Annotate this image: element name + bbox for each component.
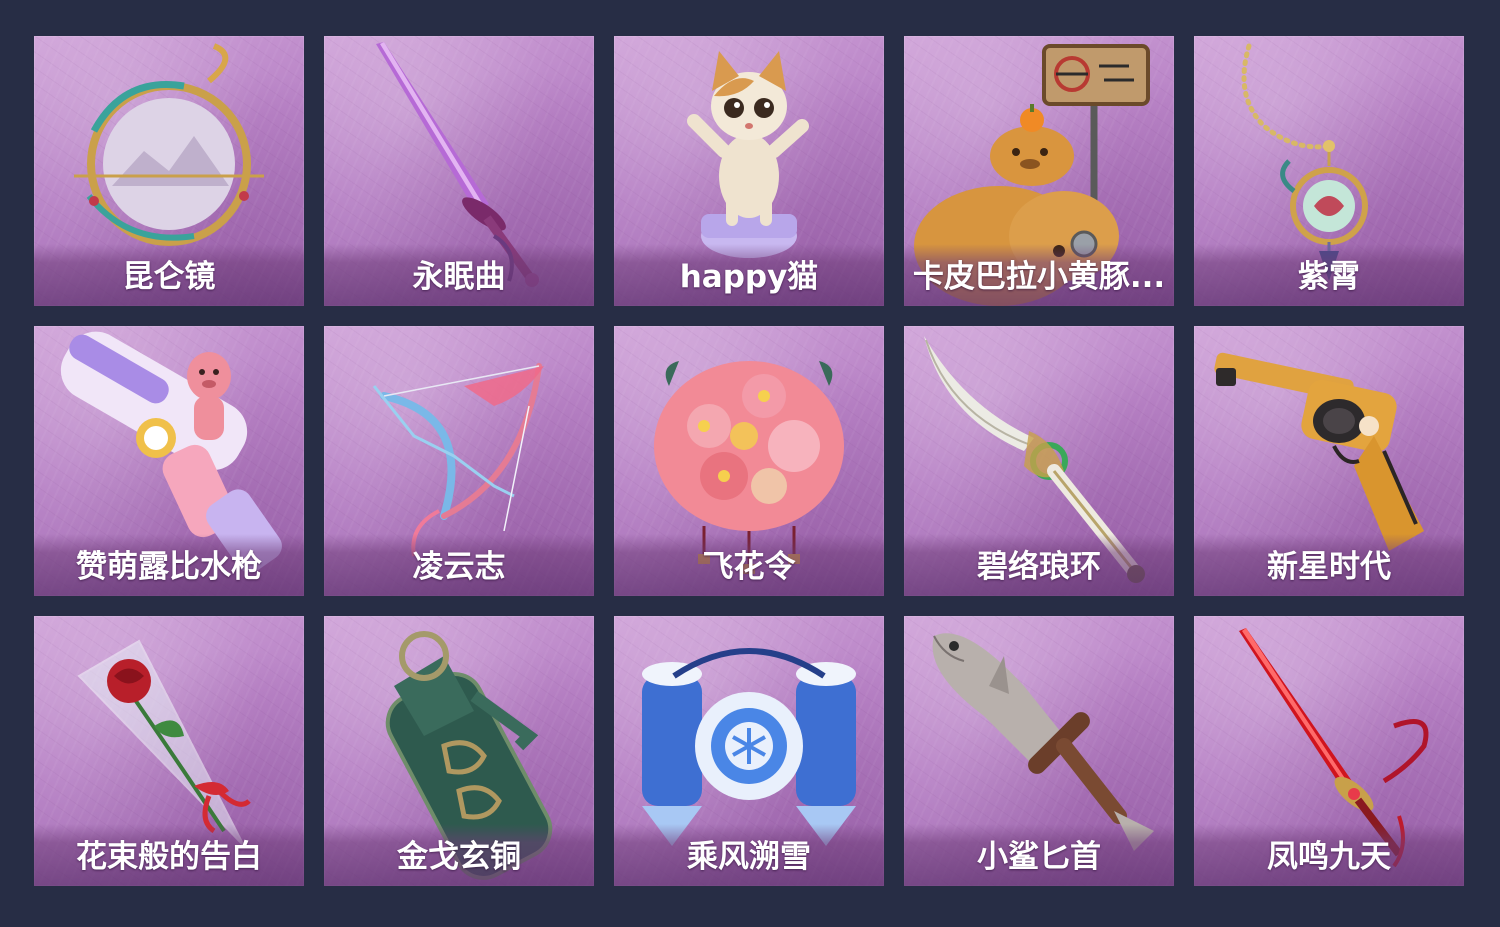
- item-grid: 昆仑镜 永眠曲 happy猫 卡皮巴拉小黄豚... 紫霄 赞萌露比水枪 凌云志 …: [34, 36, 1464, 886]
- item-card[interactable]: happy猫: [614, 36, 884, 306]
- item-name: 花束般的告白: [76, 839, 262, 875]
- item-name: 乘风溯雪: [687, 839, 811, 875]
- item-name: 凌云志: [412, 549, 506, 585]
- item-name: 凤鸣九天: [1267, 839, 1391, 875]
- item-name: 碧络琅环: [977, 549, 1101, 585]
- item-card[interactable]: 新星时代: [1194, 326, 1464, 596]
- item-card[interactable]: 飞花令: [614, 326, 884, 596]
- item-card[interactable]: 凤鸣九天: [1194, 616, 1464, 886]
- item-name: 永眠曲: [412, 259, 506, 295]
- item-card[interactable]: 凌云志: [324, 326, 594, 596]
- item-name: 昆仑镜: [122, 259, 216, 295]
- item-name: happy猫: [679, 259, 819, 295]
- item-name: 飞花令: [702, 549, 796, 585]
- item-card[interactable]: 昆仑镜: [34, 36, 304, 306]
- item-card[interactable]: 碧络琅环: [904, 326, 1174, 596]
- item-card[interactable]: 花束般的告白: [34, 616, 304, 886]
- item-card[interactable]: 永眠曲: [324, 36, 594, 306]
- item-card[interactable]: 小鲨匕首: [904, 616, 1174, 886]
- item-name: 赞萌露比水枪: [76, 549, 262, 585]
- item-card[interactable]: 赞萌露比水枪: [34, 326, 304, 596]
- item-name: 新星时代: [1267, 549, 1391, 585]
- item-name: 紫霄: [1298, 259, 1360, 295]
- item-name: 卡皮巴拉小黄豚...: [912, 259, 1166, 295]
- item-name: 金戈玄铜: [397, 839, 521, 875]
- item-card[interactable]: 金戈玄铜: [324, 616, 594, 886]
- item-card[interactable]: 乘风溯雪: [614, 616, 884, 886]
- item-card[interactable]: 紫霄: [1194, 36, 1464, 306]
- item-name: 小鲨匕首: [977, 839, 1101, 875]
- item-card[interactable]: 卡皮巴拉小黄豚...: [904, 36, 1174, 306]
